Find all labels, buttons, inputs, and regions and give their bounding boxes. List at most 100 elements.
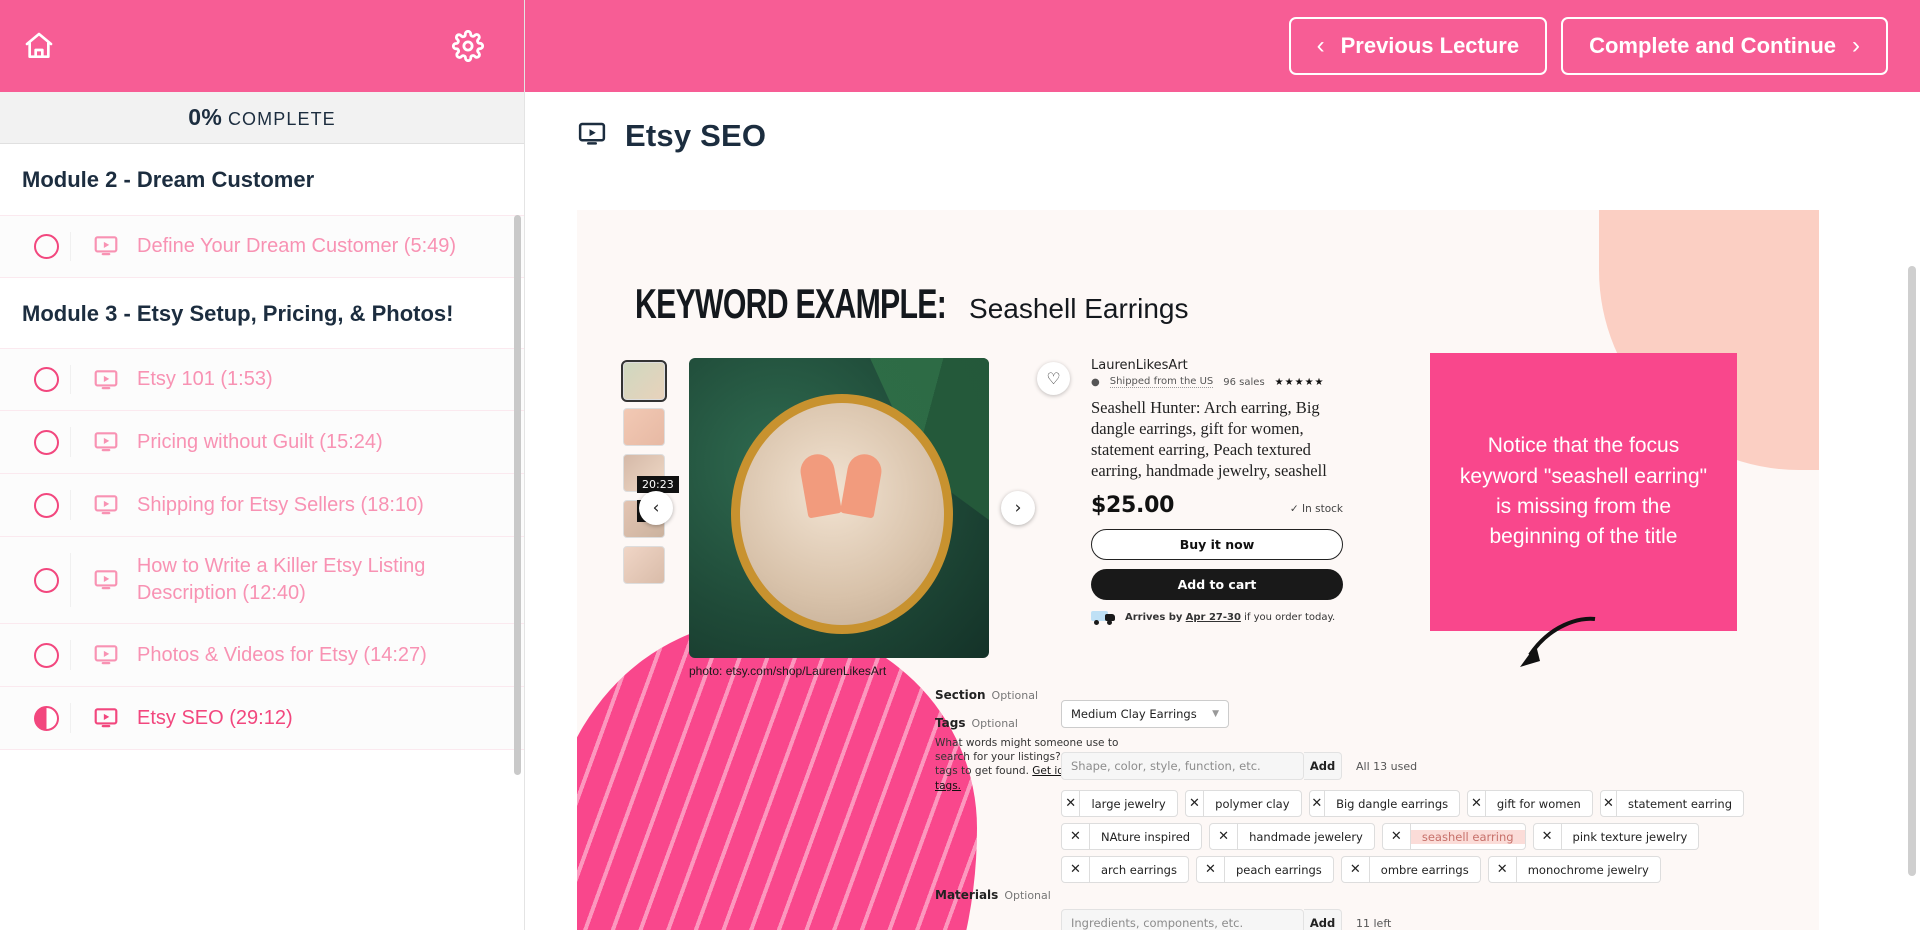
location-pin-icon: ● — [1091, 376, 1100, 388]
arrives-prefix: Arrives by — [1125, 611, 1183, 623]
lesson-title: How to Write a Killer Etsy Listing Descr… — [136, 555, 426, 605]
tag-chip[interactable]: ✕ polymer clay — [1184, 790, 1302, 817]
lesson-item[interactable]: Etsy 101 (1:53) — [0, 348, 524, 412]
close-icon[interactable]: ✕ — [1468, 791, 1486, 816]
course-player: 0% COMPLETE Module 2 - Dream Customer De… — [0, 0, 1920, 930]
shop-name[interactable]: LaurenLikesArt — [1091, 358, 1343, 373]
lesson-divider — [70, 490, 71, 521]
lesson-status-icon — [22, 567, 70, 593]
thumbnail — [621, 360, 667, 402]
module-title-2: Module 2 - Dream Customer — [0, 144, 524, 215]
progress-label: COMPLETE — [227, 109, 336, 129]
progress-indicator: 0% COMPLETE — [0, 92, 524, 144]
tag-chip[interactable]: ✕ gift for women — [1467, 790, 1593, 817]
arrives-date: Apr 27-30 — [1185, 611, 1241, 623]
close-icon[interactable]: ✕ — [1489, 857, 1517, 882]
materials-add-row: Ingredients, components, etc. Add 11 lef… — [1061, 909, 1751, 930]
close-icon[interactable]: ✕ — [1062, 824, 1090, 849]
video-icon — [577, 119, 607, 154]
progress-percent: 0% — [188, 104, 223, 130]
lesson-status-icon — [22, 642, 70, 668]
lesson-title: Etsy 101 (1:53) — [137, 368, 273, 391]
gear-icon[interactable] — [452, 30, 484, 62]
lesson-item[interactable]: Photos & Videos for Etsy (14:27) — [0, 624, 524, 688]
tag-chip[interactable]: ✕ peach earrings — [1195, 856, 1334, 883]
buy-it-now-button[interactable]: Buy it now — [1091, 529, 1343, 561]
chevron-right-icon[interactable]: › — [1001, 491, 1035, 525]
tag-chip[interactable]: ✕ pink texture jewelry — [1532, 823, 1700, 850]
lesson-list[interactable]: Module 2 - Dream Customer Define Your Dr… — [0, 144, 524, 930]
delivery-estimate: Arrives by Apr 27-30 if you order today. — [1091, 609, 1343, 626]
lesson-title: Pricing without Guilt (15:24) — [137, 430, 383, 453]
heart-icon[interactable]: ♡ — [1037, 362, 1070, 395]
tag-row: ✕ large jewelry ✕ polymer clay ✕ Big dangle… — [1061, 790, 1751, 817]
lesson-status-icon — [22, 492, 70, 518]
close-icon[interactable]: ✕ — [1197, 857, 1225, 882]
tag-chip[interactable]: ✕ large jewelry — [1061, 790, 1178, 817]
lesson-title: Define Your Dream Customer (5:49) — [137, 234, 457, 257]
lesson-item[interactable]: Shipping for Etsy Sellers (18:10) — [0, 474, 524, 538]
lesson-divider — [70, 640, 71, 671]
lesson-status-icon — [22, 429, 70, 455]
chevron-left-icon[interactable]: ‹ — [639, 491, 673, 525]
lesson-title: Shipping for Etsy Sellers (18:10) — [137, 493, 424, 516]
video-icon — [93, 367, 119, 393]
tag-chip-highlighted[interactable]: ✕ seashell earring — [1381, 823, 1526, 850]
add-to-cart-button[interactable]: Add to cart — [1091, 569, 1343, 601]
lesson-item[interactable]: Pricing without Guilt (15:24) — [0, 411, 524, 475]
tags-counter: All 13 used — [1356, 759, 1418, 773]
lesson-item[interactable]: Define Your Dream Customer (5:49) — [0, 214, 524, 278]
tag-chip[interactable]: ✕ NAture inspired — [1061, 823, 1203, 850]
close-icon[interactable]: ✕ — [1062, 791, 1081, 816]
rating-stars: ★★★★★ — [1274, 376, 1325, 388]
sidebar-scrollbar[interactable] — [514, 215, 521, 775]
listing-price: $25.00 — [1091, 493, 1175, 519]
tag-chip[interactable]: ✕ statement earring — [1599, 790, 1744, 817]
close-icon[interactable]: ✕ — [1342, 857, 1370, 882]
video-icon — [93, 567, 119, 593]
materials-add-button[interactable]: Add — [1304, 909, 1342, 930]
close-icon[interactable]: ✕ — [1534, 824, 1562, 849]
thumbnail — [623, 546, 665, 584]
tag-chip[interactable]: ✕ handmade jewelery — [1209, 823, 1375, 850]
close-icon[interactable]: ✕ — [1210, 824, 1239, 849]
materials-input[interactable]: Ingredients, components, etc. — [1061, 909, 1304, 930]
section-label: Section — [935, 688, 986, 702]
close-icon[interactable]: ✕ — [1383, 824, 1411, 849]
close-icon[interactable]: ✕ — [1062, 857, 1090, 882]
price-row: $25.00 ✓ In stock — [1091, 493, 1343, 518]
shop-meta: ● Shipped from the US 96 sales ★★★★★ — [1091, 376, 1343, 388]
close-icon[interactable]: ✕ — [1186, 791, 1205, 816]
tag-chip[interactable]: ✕ monochrome jewelry — [1487, 856, 1661, 883]
chevron-left-icon: ‹ — [1316, 32, 1325, 59]
lesson-item-current[interactable]: Etsy SEO (29:12) — [0, 687, 524, 751]
lecture-header: Etsy SEO — [525, 92, 1920, 170]
chevron-down-icon: ▼ — [1212, 709, 1219, 719]
main-content: ‹ Previous Lecture Complete and Continue… — [525, 0, 1920, 930]
tags-optional: Optional — [971, 717, 1018, 730]
lesson-divider — [70, 553, 71, 608]
tags-add-button[interactable]: Add — [1304, 752, 1342, 780]
tag-chip[interactable]: ✕ Big dangle earrings — [1308, 790, 1461, 817]
lecture-body: KEYWORD EXAMPLE: Seashell Earrings 20:23… — [525, 170, 1920, 930]
section-select[interactable]: Medium Clay Earrings ▼ — [1061, 700, 1229, 728]
video-icon — [93, 233, 119, 259]
close-icon[interactable]: ✕ — [1310, 791, 1326, 816]
main-scrollbar[interactable] — [1908, 266, 1916, 876]
previous-lecture-button[interactable]: ‹ Previous Lecture — [1288, 17, 1548, 75]
close-icon[interactable]: ✕ — [1601, 791, 1617, 816]
complete-and-continue-button[interactable]: Complete and Continue › — [1561, 17, 1888, 75]
sidebar-header — [0, 0, 524, 92]
materials-field-label: Materials Optional — [935, 888, 1051, 902]
tag-chip[interactable]: ✕ ombre earrings — [1340, 856, 1481, 883]
module-title-3: Module 3 - Etsy Setup, Pricing, & Photos… — [0, 277, 524, 349]
lesson-status-icon — [22, 705, 70, 731]
section-optional: Optional — [991, 689, 1039, 702]
lesson-item[interactable]: How to Write a Killer Etsy Listing Descr… — [0, 537, 524, 625]
home-icon[interactable] — [22, 30, 56, 62]
tags-input[interactable]: Shape, color, style, function, etc. — [1061, 752, 1304, 780]
product-image-area: 20:23 ‹ › photo: etsy.com/shop/LaurenLik… — [637, 358, 1035, 678]
tag-chip[interactable]: ✕ arch earrings — [1061, 856, 1189, 883]
section-select-value: Medium Clay Earrings — [1071, 707, 1197, 721]
lesson-divider — [70, 703, 71, 734]
